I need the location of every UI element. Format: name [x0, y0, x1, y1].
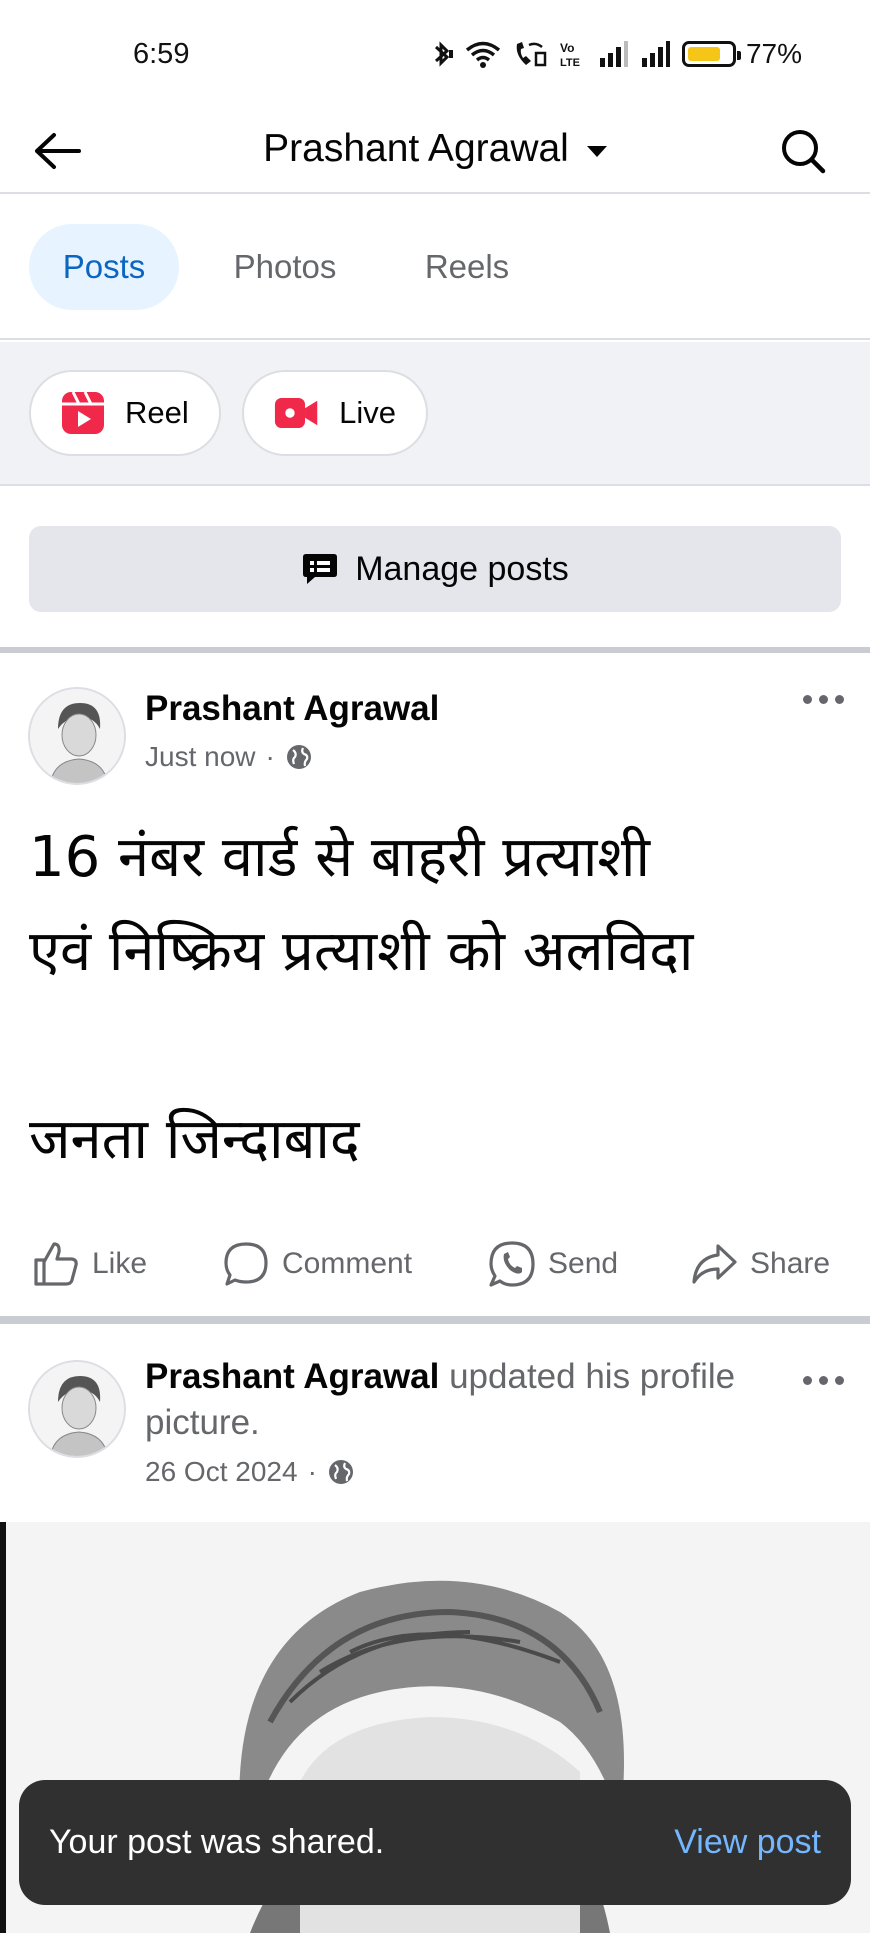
search-icon — [782, 130, 826, 174]
post-author[interactable]: Prashant Agrawal — [145, 1357, 439, 1396]
post-actions: Like Comment Send Share — [0, 1219, 870, 1309]
battery-percent: 77% — [745, 38, 802, 69]
top-nav: Prashant Agrawal — [0, 110, 870, 194]
post-options-button[interactable] — [803, 695, 844, 704]
comment-icon — [224, 1242, 268, 1286]
create-reel-button[interactable]: Reel — [29, 370, 221, 456]
like-button[interactable]: Like — [32, 1219, 147, 1309]
wifi-calling-icon — [516, 42, 547, 67]
profile-switcher[interactable]: Prashant Agrawal — [0, 118, 870, 180]
like-label: Like — [92, 1247, 148, 1280]
snackbar-message: Your post was shared. — [49, 1823, 385, 1861]
globe-icon — [328, 1460, 353, 1484]
more-dot — [819, 695, 828, 704]
post-timestamp: Just now — [145, 741, 256, 772]
snackbar: Your post was shared. View post — [19, 1780, 851, 1905]
tab-reels[interactable]: Reels — [392, 224, 542, 310]
avatar[interactable] — [28, 687, 126, 785]
more-dot — [819, 1376, 828, 1385]
volte-icon: Vo LTE — [560, 41, 580, 69]
post-meta: Just now · — [145, 741, 313, 773]
live-video-icon — [274, 397, 318, 429]
battery-icon — [681, 41, 741, 67]
more-dot — [803, 695, 812, 704]
share-label: Share — [750, 1247, 831, 1280]
photo-edge — [0, 1522, 6, 1933]
svg-text:Vo: Vo — [560, 41, 574, 55]
signal-icon — [641, 41, 670, 67]
post-options-button[interactable] — [803, 1376, 844, 1385]
avatar[interactable] — [28, 1360, 126, 1458]
chevron-down-icon — [586, 145, 607, 157]
share-icon — [692, 1244, 737, 1284]
search-button[interactable] — [772, 120, 834, 182]
send-button[interactable]: Send — [488, 1219, 618, 1309]
go-live-button[interactable]: Live — [242, 370, 428, 456]
more-dot — [803, 1376, 812, 1385]
post-author[interactable]: Prashant Agrawal — [145, 689, 439, 729]
bluetooth-icon — [434, 41, 453, 67]
view-post-link[interactable]: View post — [674, 1823, 821, 1862]
manage-posts-icon — [303, 554, 338, 584]
comment-label: Comment — [282, 1247, 413, 1280]
post-meta: 26 Oct 2024 · — [145, 1456, 355, 1488]
status-bar: 6:59 Vo LTE 77% — [0, 0, 870, 110]
send-label: Send — [548, 1247, 619, 1280]
share-button[interactable]: Share — [690, 1219, 830, 1309]
tab-photos[interactable]: Photos — [210, 224, 360, 310]
status-icons: Vo LTE 77% — [430, 38, 802, 70]
status-time: 6:59 — [133, 38, 190, 70]
like-icon — [34, 1242, 78, 1286]
manage-posts-label: Manage posts — [355, 549, 569, 588]
whatsapp-icon — [489, 1241, 535, 1287]
post-card: Prashant Agrawal Just now · 16 नंबर वार्… — [0, 659, 870, 1324]
profile-portrait-icon — [30, 1362, 124, 1456]
more-dot — [835, 695, 844, 704]
comment-button[interactable]: Comment — [222, 1219, 412, 1309]
tab-posts[interactable]: Posts — [29, 224, 179, 310]
manage-posts-button[interactable]: Manage posts — [29, 526, 841, 612]
profile-tabs: Posts Photos Reels — [0, 196, 870, 340]
wifi-icon — [465, 41, 501, 68]
svg-text:LTE: LTE — [560, 57, 580, 69]
create-row: Reel Live — [0, 342, 870, 486]
post-timestamp: 26 Oct 2024 — [145, 1456, 298, 1487]
globe-icon — [286, 745, 311, 769]
meta-separator: · — [307, 1456, 317, 1487]
post-text: 16 नंबर वार्ड से बाहरी प्रत्याशी एवं निष… — [29, 825, 694, 1172]
manage-posts-section: Manage posts — [0, 488, 870, 653]
profile-portrait-icon — [30, 689, 124, 783]
more-dot — [835, 1376, 844, 1385]
post-header-text: Prashant Agrawal updated his profile pic… — [145, 1354, 745, 1446]
reel-icon — [62, 391, 104, 434]
page-title: Prashant Agrawal — [263, 127, 569, 170]
reel-label: Reel — [125, 395, 189, 430]
signal-icon — [599, 41, 628, 67]
live-label: Live — [339, 395, 396, 430]
meta-separator: · — [265, 741, 275, 772]
